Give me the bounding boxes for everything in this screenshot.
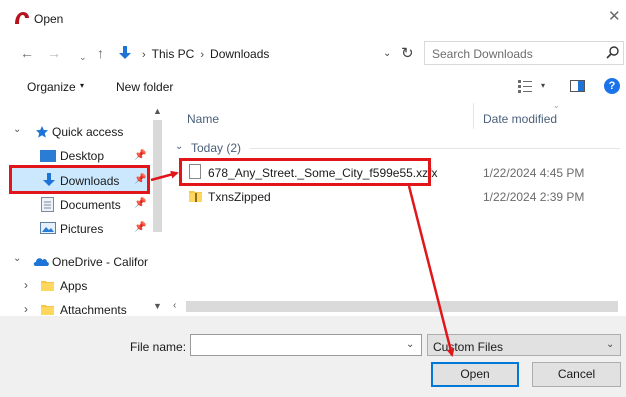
group-divider xyxy=(250,148,620,149)
view-options-icon[interactable] xyxy=(517,79,533,93)
folder-icon xyxy=(41,305,54,315)
desktop-icon xyxy=(40,150,56,162)
file-type-dropdown-icon[interactable]: ⌄ xyxy=(606,339,614,350)
cancel-button[interactable]: Cancel xyxy=(532,362,621,387)
star-icon xyxy=(36,126,48,138)
title-bar xyxy=(0,0,626,34)
file-name-input[interactable] xyxy=(190,334,422,356)
folder-icon xyxy=(41,281,54,291)
sidebar-item-documents[interactable]: Documents xyxy=(60,198,121,212)
expand-chevron-icon[interactable]: › xyxy=(24,302,28,316)
expand-chevron-icon[interactable]: ⌄ xyxy=(13,124,21,135)
scroll-up-icon[interactable]: ▲ xyxy=(153,106,162,116)
pin-icon: 📌 xyxy=(134,222,147,233)
file-row-date: 1/22/2024 2:39 PM xyxy=(483,190,585,204)
sidebar-item-apps[interactable]: Apps xyxy=(60,279,87,293)
column-header-date-modified[interactable]: Date modified xyxy=(483,112,557,126)
onedrive-cloud-icon xyxy=(33,258,49,266)
column-divider[interactable] xyxy=(473,103,474,129)
pin-icon: 📌 xyxy=(134,150,147,161)
breadcrumb[interactable]: › This PC › Downloads xyxy=(136,47,269,61)
column-header-name[interactable]: Name xyxy=(187,112,219,126)
breadcrumb-this-pc[interactable]: This PC xyxy=(152,47,195,61)
documents-icon xyxy=(41,197,54,212)
pin-icon: 📌 xyxy=(134,198,147,209)
window-title: Open xyxy=(34,12,64,26)
breadcrumb-separator: › xyxy=(142,49,146,61)
open-button[interactable]: Open xyxy=(431,362,519,387)
sort-indicator-icon: ⌄ xyxy=(553,101,560,110)
group-header-today[interactable]: Today (2) xyxy=(191,141,241,155)
scroll-down-icon[interactable]: ▼ xyxy=(153,301,162,311)
forward-arrow-icon[interactable]: → xyxy=(47,45,61,61)
sidebar-item-onedrive[interactable]: OneDrive - Califor xyxy=(52,255,148,269)
organize-button[interactable]: Organize xyxy=(27,80,76,94)
horizontal-scroll-thumb[interactable] xyxy=(186,301,618,312)
annotation-highlight-file xyxy=(179,158,431,186)
app-logo-icon xyxy=(15,12,29,24)
file-type-value: Custom Files xyxy=(433,340,504,354)
breadcrumb-separator: › xyxy=(200,49,205,61)
help-icon[interactable]: ? xyxy=(604,78,620,94)
download-arrow-icon xyxy=(119,46,131,59)
sidebar-item-pictures[interactable]: Pictures xyxy=(60,222,103,236)
refresh-icon[interactable]: ↻ xyxy=(401,44,414,62)
file-name-label: File name: xyxy=(130,340,187,354)
up-arrow-icon[interactable]: ↑ xyxy=(97,45,104,61)
preview-pane-icon[interactable] xyxy=(570,80,585,92)
sidebar-item-attachments[interactable]: Attachments xyxy=(60,303,127,317)
annotation-highlight-downloads xyxy=(9,165,150,194)
back-arrow-icon[interactable]: ← xyxy=(20,45,34,61)
sidebar-scroll-thumb[interactable] xyxy=(153,120,162,232)
organize-dropdown-icon[interactable]: ▾ xyxy=(80,81,84,90)
search-icon[interactable] xyxy=(606,45,620,59)
sidebar-item-quick-access[interactable]: Quick access xyxy=(52,125,123,139)
breadcrumb-downloads[interactable]: Downloads xyxy=(210,47,269,61)
expand-chevron-icon[interactable]: › xyxy=(24,278,28,292)
file-name-dropdown-icon[interactable]: ⌄ xyxy=(406,339,414,350)
sidebar-item-desktop[interactable]: Desktop xyxy=(60,149,104,163)
address-dropdown-icon[interactable]: ⌄ xyxy=(383,48,391,59)
recent-locations-chevron-icon[interactable]: ⌄ xyxy=(79,49,87,65)
scroll-left-icon[interactable]: ‹ xyxy=(173,300,176,311)
expand-chevron-icon[interactable]: ⌄ xyxy=(13,253,21,264)
new-folder-button[interactable]: New folder xyxy=(116,80,173,94)
close-icon[interactable]: ✕ xyxy=(608,8,621,26)
file-row-name[interactable]: TxnsZipped xyxy=(208,190,271,204)
zip-folder-icon xyxy=(189,191,202,202)
view-dropdown-icon[interactable]: ▾ xyxy=(541,81,545,90)
file-row-date: 1/22/2024 4:45 PM xyxy=(483,166,585,180)
group-collapse-chevron-icon[interactable]: ⌄ xyxy=(175,141,183,152)
pictures-icon xyxy=(40,222,56,234)
search-placeholder: Search Downloads xyxy=(432,47,533,61)
